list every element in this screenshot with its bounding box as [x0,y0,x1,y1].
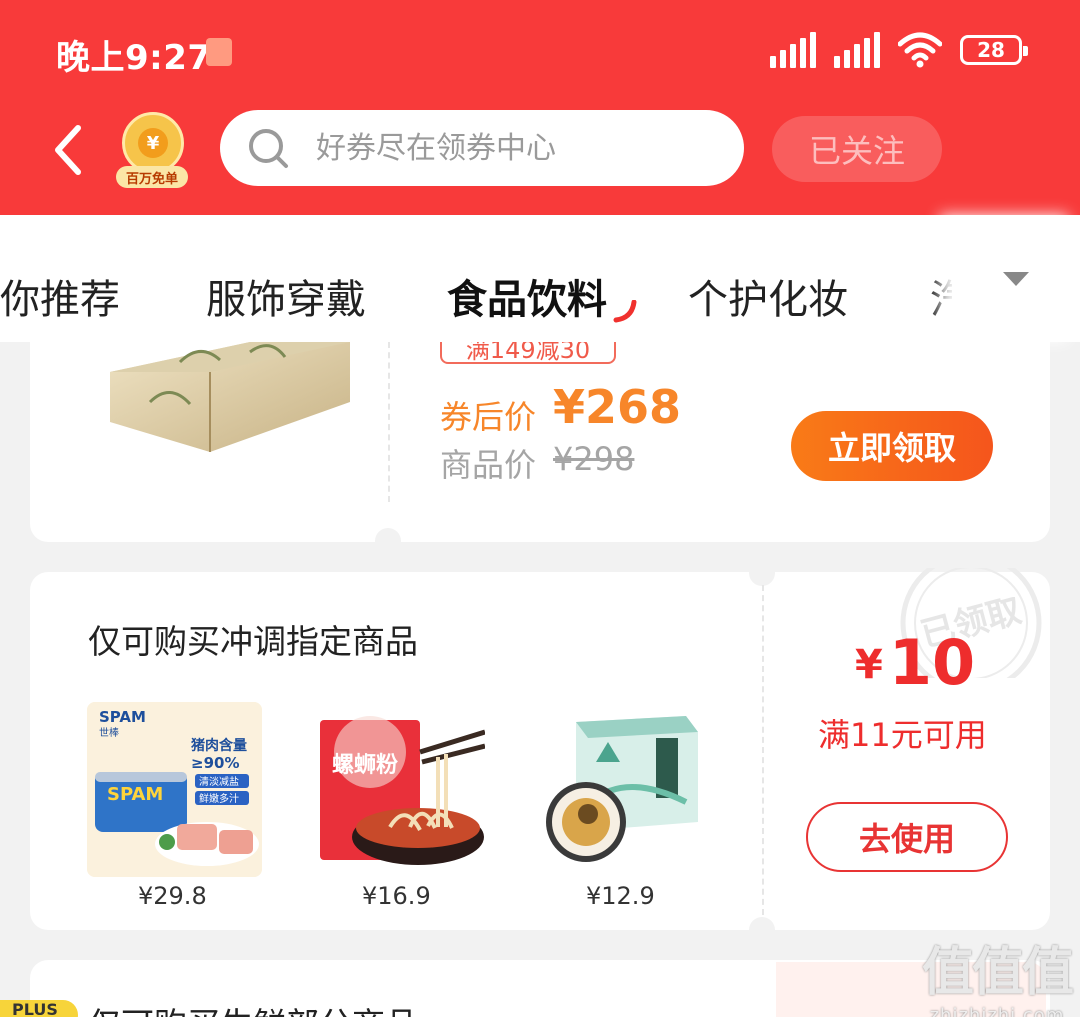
card-notch [749,917,775,943]
product-price: ¥16.9 [362,882,431,910]
active-tab-indicator [613,300,637,323]
use-coupon-button[interactable]: 去使用 [806,802,1008,872]
free-order-badge[interactable]: ¥ 百万免单 [116,112,188,188]
search-icon [249,129,288,168]
after-coupon-label: 券后价 [440,398,537,436]
tab-recommended[interactable]: 为你推荐 [0,267,120,325]
coupon-scope-title: 仅可购买生鲜部分商品 [88,998,418,1017]
follow-button[interactable]: 已关注 [772,116,942,182]
dropdown-arrow-icon [1003,271,1029,286]
coin-icon: ¥ [138,128,168,158]
card-divider [762,585,764,915]
signal-icon [770,32,816,68]
wifi-icon [898,32,942,68]
tab-apparel[interactable]: 服饰穿戴 [206,267,366,325]
coupon-condition: 满11元可用 [818,716,987,754]
coupon-scope-title: 仅可购买冲调指定商品 [88,622,418,661]
currency-symbol: ¥ [855,642,883,688]
svg-text:≥90%: ≥90% [191,754,239,772]
status-time: 晚上9:27 [56,38,212,78]
product-thumbnail-noodle-box[interactable] [536,702,711,877]
product-thumbnail-spam[interactable]: SPAM 世棒 猪肉含量 ≥90% 清淡减盐 鲜嫩多汁 SPAM [87,702,262,877]
card-notch [749,560,775,586]
signal-roaming-icon [834,32,880,68]
claim-button[interactable]: 立即领取 [791,411,993,481]
product-price: ¥29.8 [138,882,207,910]
tab-personal-care[interactable]: 个护化妆 [688,267,848,325]
spam-product-image: SPAM 世棒 猪肉含量 ≥90% 清淡减盐 鲜嫩多汁 SPAM [87,702,262,877]
svg-text:SPAM: SPAM [99,708,146,726]
tab-food-drinks[interactable]: 食品饮料 [447,267,607,325]
svg-text:螺蛳粉: 螺蛳粉 [332,753,398,778]
badge-label: 百万免单 [116,166,188,188]
original-price: ¥298 [553,440,635,478]
site-watermark: 值值值 zhizhizhi.com [921,930,1074,1017]
svg-text:世棒: 世棒 [99,726,119,739]
svg-text:SPAM: SPAM [107,784,163,805]
noodle-box-product-image [546,716,698,862]
gift-box-image [110,342,350,452]
original-price-label: 商品价 [440,446,537,484]
noodles-product-image: 螺蛳粉 [320,716,485,865]
coupon-amount: ¥10 [855,626,975,699]
svg-text:清淡减盐: 清淡减盐 [199,775,239,788]
app-header: 晚上9:27 28 ¥ 百万免单 已关注 [0,0,1080,215]
svg-text:鲜嫩多汁: 鲜嫩多汁 [199,792,239,805]
after-coupon-price: ¥268 [553,380,682,434]
card-divider [388,342,390,502]
status-indicators: 28 [770,32,1028,68]
plus-badge: PLUS [0,1000,78,1017]
search-input[interactable] [316,130,716,166]
search-bar[interactable] [220,110,744,186]
battery-icon: 28 [960,35,1028,65]
watermark-url: zhizhizhi.com [929,1005,1065,1017]
tabs-more-button[interactable] [952,215,1080,342]
category-tabs: 为你推荐 服饰穿戴 食品饮料 个护化妆 汽 [0,215,1080,342]
coupon-value: 10 [888,626,976,699]
card-notch [375,528,401,554]
back-arrow-icon[interactable] [44,120,94,180]
product-price: ¥12.9 [586,882,655,910]
product-thumbnail-noodles[interactable]: 螺蛳粉 [310,702,485,877]
notification-app-icon [206,38,232,66]
svg-text:猪肉含量: 猪肉含量 [190,737,247,754]
watermark-logo: 值值值 [921,943,1074,1003]
